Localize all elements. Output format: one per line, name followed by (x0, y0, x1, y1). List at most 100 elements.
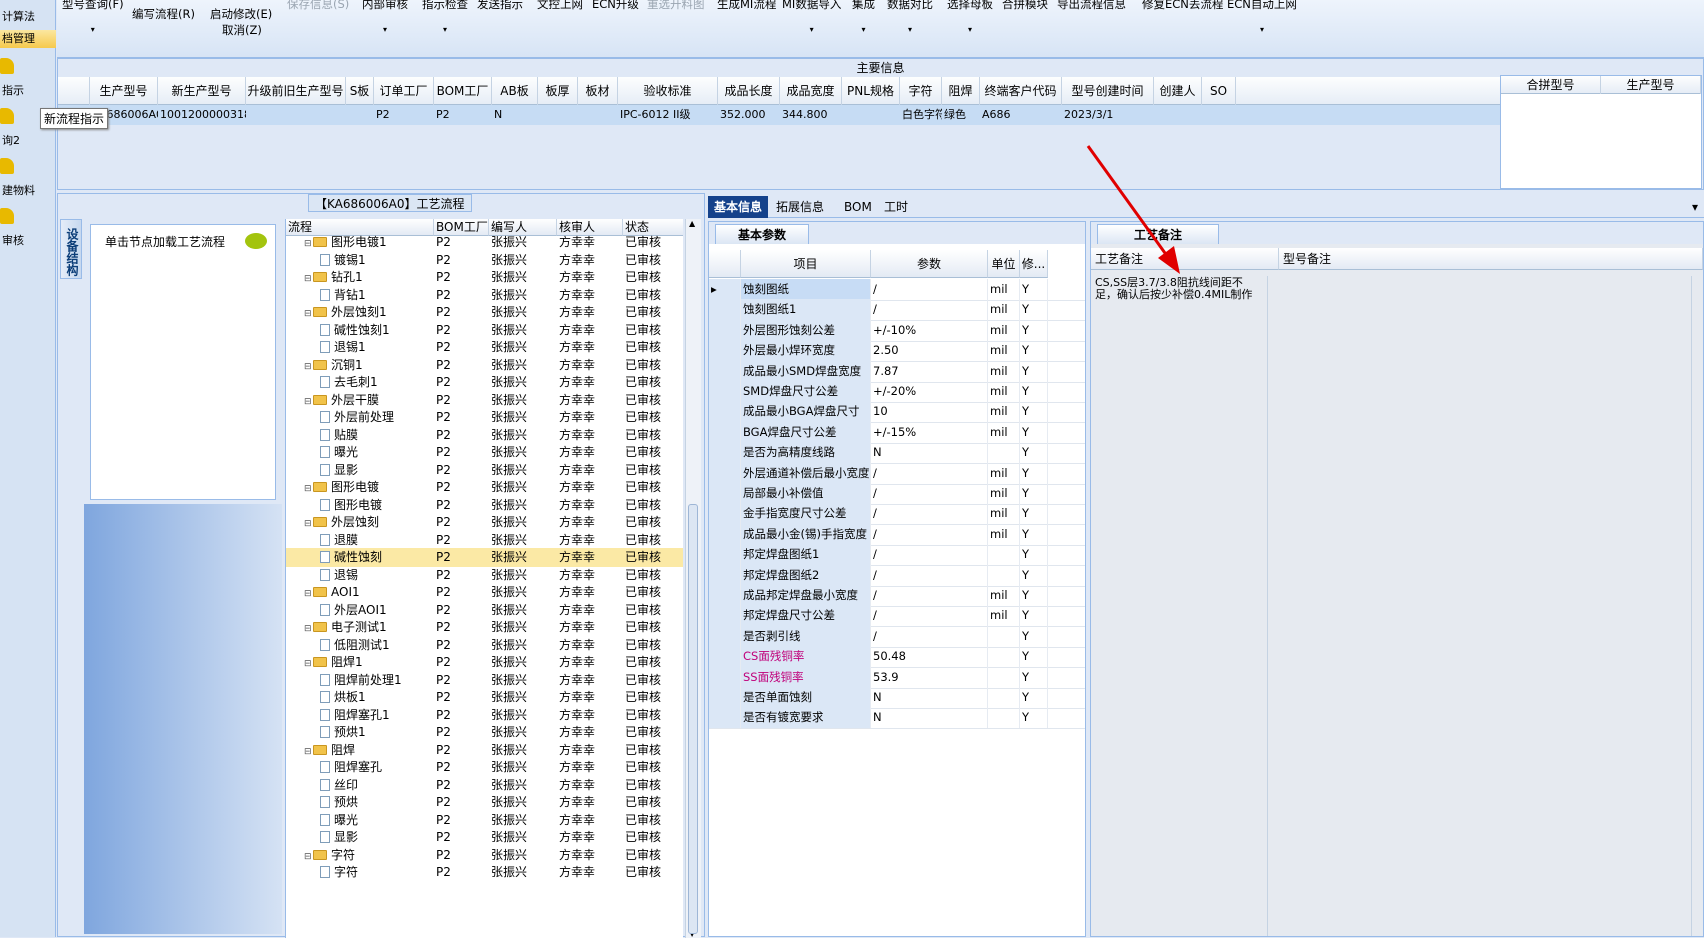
toolbar-button-1[interactable]: 编写流程(R) (132, 6, 195, 22)
params-col-1[interactable]: 参数 (871, 250, 988, 278)
tab-3[interactable]: 工时 (878, 196, 914, 218)
param-row[interactable]: 邦定焊盘图纸1/ Y (709, 544, 1085, 567)
main-col-17[interactable]: 创建人 (1154, 77, 1202, 105)
collapse-toggle-icon[interactable]: ⊟ (304, 848, 313, 865)
main-col-9[interactable]: 验收标准 (618, 77, 718, 105)
tree-row[interactable]: ⊟ AOI1 P2 张振兴 方幸幸 已审核 (286, 583, 683, 602)
tree-row[interactable]: 阻焊前处理1 P2 张振兴 方幸幸 已审核 (286, 671, 683, 690)
main-cell-17[interactable] (1154, 105, 1202, 125)
tree-node[interactable]: ⊟ 电子测试1 (286, 618, 434, 637)
tree-node[interactable]: ⊟ 外层蚀刻 (286, 513, 434, 532)
toolbar-button-7[interactable]: 发送指示 (477, 0, 523, 12)
toolbar-button-0[interactable]: 型号查询(F) ▾ (62, 0, 124, 34)
param-value[interactable]: / (871, 523, 988, 545)
param-row[interactable]: CS面残铜率 50.48 Y (709, 646, 1085, 669)
tree-row[interactable]: 字符 P2 张振兴 方幸幸 已审核 (286, 863, 683, 882)
main-col-10[interactable]: 成品长度 (718, 77, 780, 105)
process-scrollbar-thumb[interactable] (688, 504, 698, 934)
params-col-3[interactable]: 修... (1020, 250, 1048, 278)
param-row[interactable]: 局部最小补偿值 / mil Y (709, 483, 1085, 505)
collapse-toggle-icon[interactable]: ⊟ (304, 358, 313, 375)
tree-node[interactable]: 阻焊前处理1 (286, 671, 434, 690)
tree-row[interactable]: 退锡1 P2 张振兴 方幸幸 已审核 (286, 338, 683, 357)
main-cell-7[interactable] (538, 105, 578, 125)
tree-row[interactable]: 丝印 P2 张振兴 方幸幸 已审核 (286, 776, 683, 795)
tree-node[interactable]: 碱性蚀刻1 (286, 321, 434, 340)
tree-row[interactable]: 退锡 P2 张振兴 方幸幸 已审核 (286, 566, 683, 585)
load-flow-box[interactable]: 单击节点加载工艺流程 (90, 224, 276, 500)
main-col-5[interactable]: BOM工厂 (434, 77, 492, 105)
param-value[interactable]: 50.48 (871, 646, 988, 668)
tab-0[interactable]: 基本信息 (708, 196, 769, 218)
main-col-2[interactable]: 升级前旧生产型号 (246, 77, 346, 105)
collapse-toggle-icon[interactable]: ⊟ (304, 743, 313, 760)
param-row[interactable]: 成品最小金(锡)手指宽度 / mil Y (709, 523, 1085, 546)
tree-row[interactable]: ⊟ 沉铜1 P2 张振兴 方幸幸 已审核 (286, 356, 683, 375)
toolbar-button-8[interactable]: 文控上网 (537, 0, 583, 12)
tab-1[interactable]: 拓展信息 (770, 196, 830, 218)
main-cell-9[interactable]: IPC-6012 II级 (618, 105, 718, 125)
toolbar-button-16[interactable]: 合拼模块 (1002, 0, 1048, 12)
collapse-toggle-icon[interactable]: ⊟ (304, 393, 313, 410)
tree-row[interactable]: ⊟ 字符 P2 张振兴 方幸幸 已审核 (286, 846, 683, 865)
combine-col-merge-model[interactable]: 合拼型号 (1501, 76, 1601, 94)
tree-node[interactable]: ⊟ 图形电镀 (286, 478, 434, 497)
params-grid[interactable]: 项目 参数 单位 修... ▸ 蚀刻图纸 / mil Y 蚀刻图纸1/mil Y 外层图形蚀刻公差 +/… (709, 222, 1085, 936)
collapse-toggle-icon[interactable]: ⊟ (304, 620, 313, 637)
param-row[interactable]: SMD焊盘尺寸公差 +/-20% mil Y (709, 381, 1085, 403)
tree-node[interactable]: 图形电镀 (286, 496, 434, 515)
main-col-7[interactable]: 板厚 (538, 77, 578, 105)
param-row[interactable]: 是否有镀宽要求 N Y (709, 707, 1085, 730)
param-value[interactable]: / (871, 544, 988, 566)
tree-node[interactable]: 碱性蚀刻 (286, 548, 434, 567)
param-value[interactable]: / (871, 279, 988, 300)
main-col-3[interactable]: S板 (346, 77, 374, 105)
combine-col-prod-model[interactable]: 生产型号 (1601, 76, 1701, 94)
param-row[interactable]: 蚀刻图纸1/mil Y (709, 299, 1085, 322)
tree-node[interactable]: 阻焊塞孔1 (286, 706, 434, 725)
param-value[interactable]: 53.9 (871, 666, 988, 688)
param-row[interactable]: 外层最小焊环宽度 2.50 mil Y (709, 340, 1085, 363)
tree-row[interactable]: 曝光 P2 张振兴 方幸幸 已审核 (286, 443, 683, 462)
tree-node[interactable]: 镀锡1 (286, 251, 434, 270)
collapse-toggle-icon[interactable]: ⊟ (304, 585, 313, 602)
tree-node[interactable]: ⊟ 字符 (286, 846, 434, 865)
nav-item-1[interactable]: 档管理 (0, 30, 56, 48)
tree-row[interactable]: ⊟ 外层蚀刻1 P2 张振兴 方幸幸 已审核 (286, 303, 683, 322)
param-value[interactable]: / (871, 462, 988, 484)
tree-node[interactable]: ⊟ 外层干膜 (286, 391, 434, 410)
nav-item-4[interactable]: 建物料 (0, 182, 56, 200)
param-row[interactable]: BGA焊盘尺寸公差 +/-15% mil Y (709, 421, 1085, 444)
param-value[interactable]: / (871, 564, 988, 586)
tab-2[interactable]: BOM (838, 196, 878, 218)
param-value[interactable]: / (871, 585, 988, 606)
toolbar-button-5[interactable]: 内部审核 ▾ (362, 0, 408, 34)
main-cell-11[interactable]: 344.800 (780, 105, 842, 125)
tree-row[interactable]: ⊟ 图形电镀 P2 张振兴 方幸幸 已审核 (286, 478, 683, 497)
param-row[interactable]: 金手指宽度尺寸公差 / mil Y (709, 503, 1085, 526)
nav-item-5[interactable]: 审核 (0, 232, 56, 250)
tab-menu-icon[interactable]: ▾ (1686, 196, 1704, 218)
tree-node[interactable]: ⊟ 沉铜1 (286, 356, 434, 375)
tree-node[interactable]: ⊟ 外层蚀刻1 (286, 303, 434, 322)
equipment-structure-tab[interactable]: 设备结构 (60, 219, 82, 279)
toolbar-button-14[interactable]: 数据对比 ▾ (887, 0, 933, 34)
main-cell-14[interactable]: 绿色 (942, 105, 980, 125)
tree-node[interactable]: 去毛刺1 (286, 373, 434, 392)
main-cell-15[interactable]: A686 (980, 105, 1062, 125)
tree-row[interactable]: 阻焊塞孔1 P2 张振兴 方幸幸 已审核 (286, 706, 683, 725)
main-col-16[interactable]: 型号创建时间 (1062, 77, 1154, 105)
toolbar-button-9[interactable]: ECN升级 (592, 0, 639, 12)
toolbar-button-12[interactable]: MI数据导入 ▾ (782, 0, 841, 34)
tree-node[interactable]: 外层前处理 (286, 408, 434, 427)
tree-node[interactable]: 预烘1 (286, 723, 434, 742)
tree-node[interactable]: 字符 (286, 863, 434, 882)
collapse-toggle-icon[interactable]: ⊟ (304, 480, 313, 497)
tree-row[interactable]: ⊟ 外层蚀刻 P2 张振兴 方幸幸 已审核 (286, 513, 683, 532)
param-row[interactable]: 成品最小SMD焊盘宽度 7.87 mil Y (709, 360, 1085, 383)
main-cell-8[interactable] (578, 105, 618, 125)
param-row[interactable]: SS面残铜率 53.9 Y (709, 666, 1085, 689)
main-col-11[interactable]: 成品宽度 (780, 77, 842, 105)
main-col-4[interactable]: 订单工厂 (374, 77, 434, 105)
main-col-12[interactable]: PNL规格 (842, 77, 900, 105)
